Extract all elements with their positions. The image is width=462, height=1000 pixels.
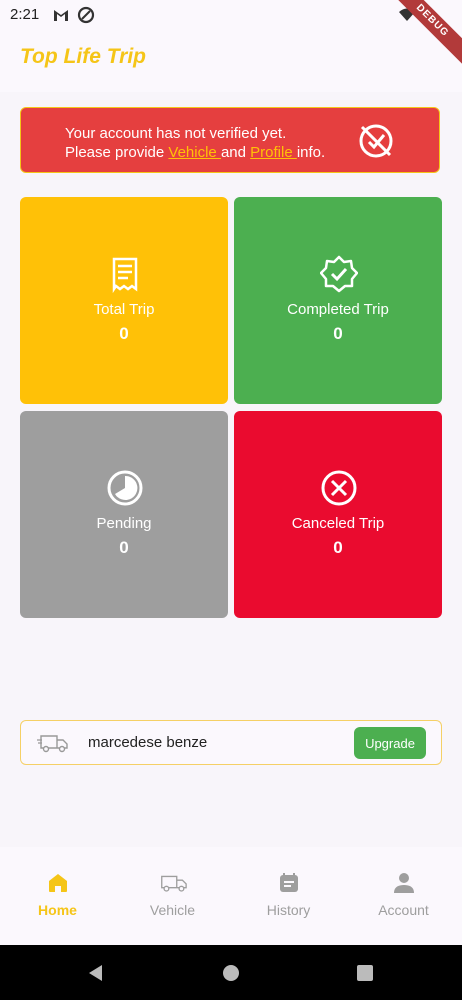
card-value: 0 [333,538,343,557]
upgrade-button[interactable]: Upgrade [354,727,426,759]
gmail-icon [54,10,68,21]
alert-line-1: Your account has not verified yet. [65,125,287,142]
nav-account[interactable]: Account [346,847,461,945]
back-icon[interactable] [86,963,106,983]
card-value: 0 [119,538,129,557]
home-icon [49,874,67,892]
nav-vehicle[interactable]: Vehicle [115,847,230,945]
cancel-circle-icon [321,470,357,506]
pie-clock-icon [107,470,143,506]
card-total-trip[interactable]: Total Trip 0 [20,197,228,404]
alert-line-2-prefix: Please provide [65,144,169,161]
nav-home[interactable]: Home [0,847,115,945]
system-navigation-bar [0,945,462,1000]
app-title: Top Life Trip [20,45,146,68]
debug-banner: DEBUG [383,0,462,70]
verification-alert: Your account has not verified yet. Pleas… [20,107,440,173]
truck-icon [161,875,187,892]
card-label: Total Trip [93,301,155,318]
card-value: 0 [333,324,343,343]
status-bar: 2:21 DEBUG [0,0,462,70]
data-saver-icon [77,6,95,24]
verified-badge-icon [320,255,358,293]
card-completed-trip[interactable]: Completed Trip 0 [234,197,442,404]
vehicle-bar: marcedese benze Upgrade [20,720,442,765]
status-time: 2:21 [10,6,40,23]
nav-label: Account [378,902,429,918]
card-canceled-trip[interactable]: Canceled Trip 0 [234,411,442,618]
nav-history[interactable]: History [231,847,346,945]
nav-label: Vehicle [149,902,196,918]
card-label: Pending [96,515,152,532]
card-label: Completed Trip [287,301,389,318]
alert-middle-text: and [220,144,251,161]
card-label: Canceled Trip [291,515,385,532]
unverified-icon [359,124,393,158]
card-value: 0 [119,324,129,343]
nav-label: History [266,902,311,918]
nav-label: Home [38,902,77,918]
receipt-icon [112,257,138,293]
alert-message: Your account has not verified yet. Pleas… [65,124,325,162]
vehicle-name: marcedese benze [88,734,208,751]
recents-icon[interactable] [355,963,375,983]
history-icon [280,873,298,892]
vehicle-link[interactable]: Vehicle [168,144,221,161]
profile-link[interactable]: Profile [250,144,297,161]
card-pending[interactable]: Pending 0 [20,411,228,618]
bottom-navigation: Home Vehicle History Account [0,847,462,945]
home-button-icon[interactable] [221,963,241,983]
person-icon [394,873,414,893]
alert-suffix: info. [296,144,326,161]
truck-icon [37,735,68,753]
